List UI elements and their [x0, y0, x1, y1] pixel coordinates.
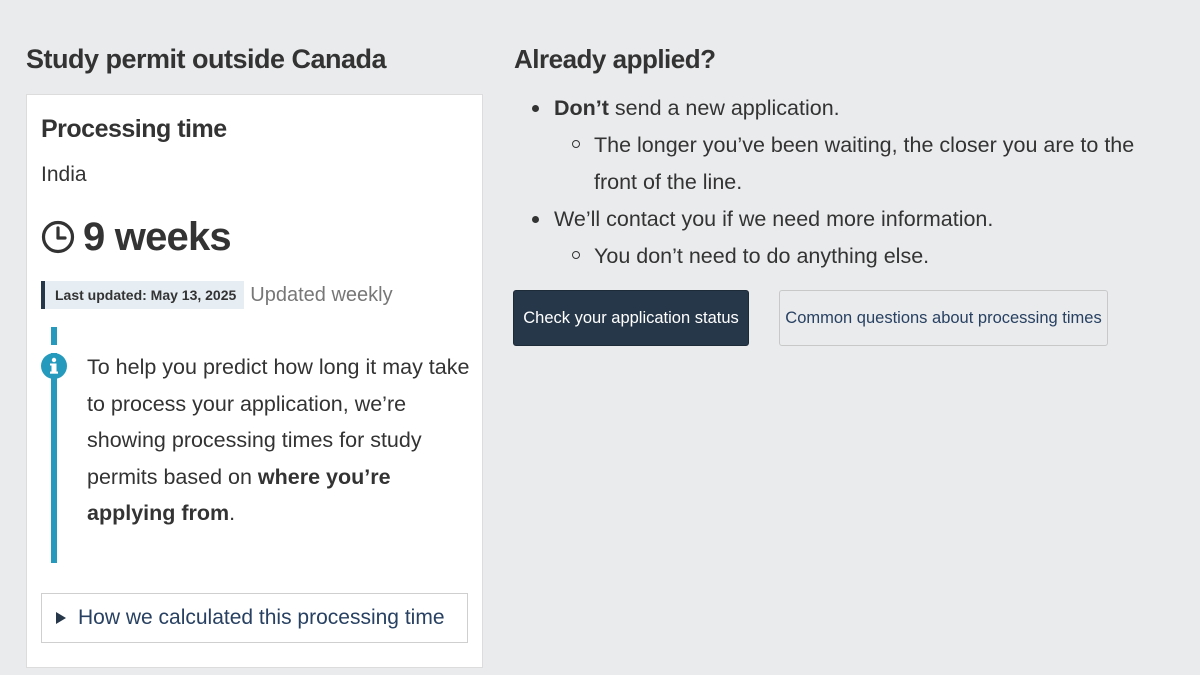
card-title: Processing time	[41, 115, 227, 143]
processing-time-row: 9 weeks	[41, 211, 232, 263]
page-title: Study permit outside Canada	[26, 44, 387, 74]
processing-time-value: 9 weeks	[83, 214, 232, 259]
last-updated-row: Last updated: May 13, 2025 Updated weekl…	[41, 281, 393, 309]
check-application-status-button[interactable]: Check your application status	[513, 290, 749, 346]
last-updated-date: Last updated: May 13, 2025	[41, 281, 245, 309]
common-questions-button[interactable]: Common questions about processing times	[779, 290, 1108, 346]
clock-icon	[41, 220, 75, 254]
sub-list-item: The longer you’ve been waiting, the clos…	[530, 127, 1170, 201]
info-alert-text: To help you predict how long it may take…	[87, 355, 470, 525]
info-icon	[41, 353, 67, 379]
sub-list-item: You don’t need to do anything else.	[530, 238, 1170, 275]
calculation-details-label[interactable]: How we calculated this processing time	[78, 606, 445, 630]
list-item: Don’t send a new application.	[530, 90, 1170, 127]
processing-time-card: Processing time India 9 weeks Last updat…	[26, 94, 483, 668]
already-applied-list: Don’t send a new application. The longer…	[530, 90, 1170, 275]
triangle-right-icon	[56, 612, 66, 624]
country-label: India	[41, 163, 87, 186]
calculation-details-toggle[interactable]: How we calculated this processing time	[41, 593, 468, 643]
update-frequency: Updated weekly	[250, 283, 393, 306]
list-item: We’ll contact you if we need more inform…	[530, 201, 1170, 238]
already-applied-heading: Already applied?	[514, 44, 716, 74]
